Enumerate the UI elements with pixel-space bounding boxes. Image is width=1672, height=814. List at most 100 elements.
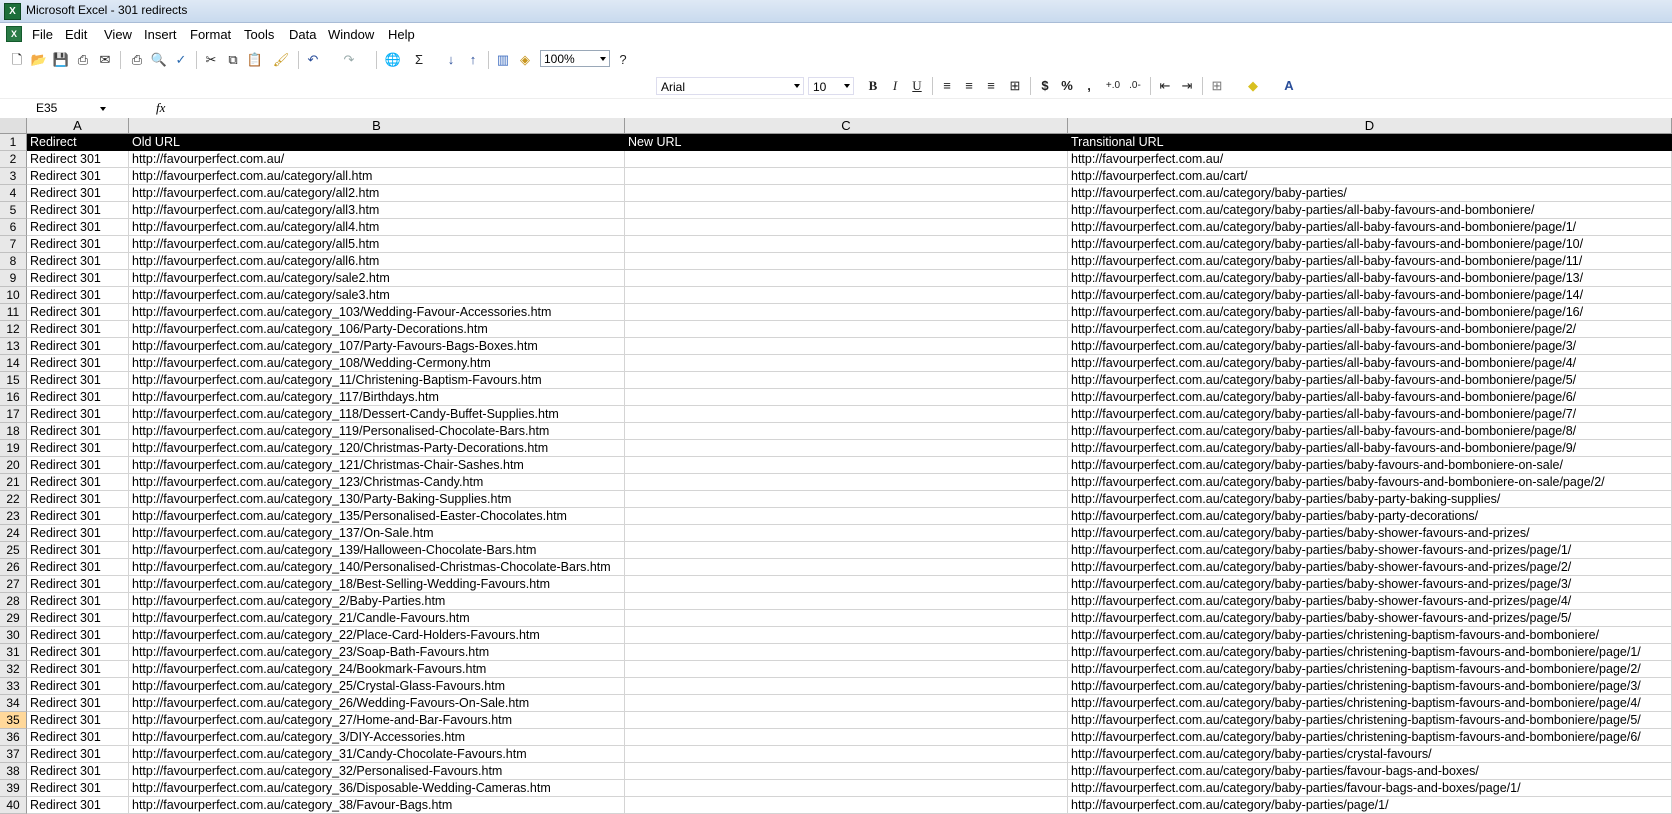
row-number[interactable]: 33	[0, 678, 27, 695]
row-number[interactable]: 1	[0, 134, 27, 151]
cell-new-url[interactable]	[625, 406, 1068, 423]
cell-old-url[interactable]: http://favourperfect.com.au/category/sal…	[129, 270, 625, 287]
print-icon[interactable]: ⎙	[128, 52, 146, 68]
cell-old-url[interactable]: http://favourperfect.com.au/category_3/D…	[129, 729, 625, 746]
cell-redirect[interactable]: Redirect 301	[27, 253, 129, 270]
cell-transitional-url[interactable]: http://favourperfect.com.au/category/bab…	[1068, 746, 1672, 763]
row-number[interactable]: 22	[0, 491, 27, 508]
hyperlink-icon[interactable]: 🌐	[384, 52, 402, 68]
cell-transitional-url[interactable]: http://favourperfect.com.au/category/bab…	[1068, 457, 1672, 474]
row-number[interactable]: 3	[0, 168, 27, 185]
cell-new-url[interactable]	[625, 576, 1068, 593]
cell-transitional-url[interactable]: http://favourperfect.com.au/category/bab…	[1068, 338, 1672, 355]
row-number[interactable]: 8	[0, 253, 27, 270]
cell-new-url[interactable]	[625, 457, 1068, 474]
cell-transitional-url[interactable]: http://favourperfect.com.au/category/bab…	[1068, 355, 1672, 372]
row-number[interactable]: 37	[0, 746, 27, 763]
cell-transitional-url[interactable]: http://favourperfect.com.au/category/bab…	[1068, 661, 1672, 678]
cell-new-url[interactable]	[625, 525, 1068, 542]
cell-old-url[interactable]: http://favourperfect.com.au/category_108…	[129, 355, 625, 372]
drawing-icon[interactable]: ◈	[516, 52, 534, 68]
cell-transitional-url[interactable]: http://favourperfect.com.au/category/bab…	[1068, 729, 1672, 746]
cell-transitional-url[interactable]: http://favourperfect.com.au/category/bab…	[1068, 780, 1672, 797]
autosum-icon[interactable]: Σ	[410, 52, 428, 68]
cell-old-url[interactable]: http://favourperfect.com.au/category_106…	[129, 321, 625, 338]
increase-decimal-icon[interactable]: +.0	[1104, 78, 1122, 94]
cell-new-url[interactable]	[625, 321, 1068, 338]
cell-redirect[interactable]: Redirect 301	[27, 236, 129, 253]
column-header-c[interactable]: C	[625, 118, 1068, 134]
cell-transitional-url[interactable]: http://favourperfect.com.au/category/bab…	[1068, 644, 1672, 661]
cell-redirect[interactable]: Redirect 301	[27, 627, 129, 644]
cell-old-url[interactable]: http://favourperfect.com.au/category_31/…	[129, 746, 625, 763]
cell-new-url[interactable]	[625, 678, 1068, 695]
align-center-icon[interactable]: ≡	[960, 78, 978, 94]
row-number[interactable]: 13	[0, 338, 27, 355]
select-all-button[interactable]	[0, 118, 27, 134]
copy-icon[interactable]: ⧉	[224, 52, 242, 68]
cell-new-url[interactable]	[625, 287, 1068, 304]
cell-old-url[interactable]: http://favourperfect.com.au/category_26/…	[129, 695, 625, 712]
align-right-icon[interactable]: ≡	[982, 78, 1000, 94]
row-number[interactable]: 6	[0, 219, 27, 236]
cell-transitional-url[interactable]: http://favourperfect.com.au/category/bab…	[1068, 678, 1672, 695]
row-number[interactable]: 20	[0, 457, 27, 474]
cell-redirect[interactable]: Redirect 301	[27, 185, 129, 202]
cell-old-url[interactable]: http://favourperfect.com.au/category_21/…	[129, 610, 625, 627]
cell-new-url[interactable]	[625, 168, 1068, 185]
cell-redirect[interactable]: Redirect 301	[27, 695, 129, 712]
row-number[interactable]: 5	[0, 202, 27, 219]
header-cell-old-url[interactable]: Old URL	[129, 134, 625, 151]
cell-old-url[interactable]: http://favourperfect.com.au/category_22/…	[129, 627, 625, 644]
row-number[interactable]: 40	[0, 797, 27, 814]
cell-old-url[interactable]: http://favourperfect.com.au/category/all…	[129, 202, 625, 219]
cell-old-url[interactable]: http://favourperfect.com.au/category_118…	[129, 406, 625, 423]
cell-new-url[interactable]	[625, 389, 1068, 406]
cell-new-url[interactable]	[625, 219, 1068, 236]
new-icon[interactable]: 🗋	[8, 52, 26, 68]
row-number[interactable]: 36	[0, 729, 27, 746]
cell-redirect[interactable]: Redirect 301	[27, 304, 129, 321]
cell-redirect[interactable]: Redirect 301	[27, 525, 129, 542]
cell-transitional-url[interactable]: http://favourperfect.com.au/category/bab…	[1068, 627, 1672, 644]
row-number[interactable]: 23	[0, 508, 27, 525]
cell-redirect[interactable]: Redirect 301	[27, 559, 129, 576]
comma-button[interactable]: ,	[1080, 78, 1098, 94]
cell-old-url[interactable]: http://favourperfect.com.au/category_107…	[129, 338, 625, 355]
paste-icon[interactable]: 📋	[246, 52, 264, 68]
open-icon[interactable]: 📂	[30, 52, 48, 68]
cell-redirect[interactable]: Redirect 301	[27, 151, 129, 168]
italic-button[interactable]: I	[886, 78, 904, 94]
merge-center-icon[interactable]: ⊞	[1006, 78, 1024, 94]
save-icon[interactable]: 💾	[52, 52, 70, 68]
align-left-icon[interactable]: ≡	[938, 78, 956, 94]
header-cell-new-url[interactable]: New URL	[625, 134, 1068, 151]
cell-old-url[interactable]: http://favourperfect.com.au/category/all…	[129, 219, 625, 236]
zoom-select[interactable]: 100%	[540, 50, 610, 67]
cell-old-url[interactable]: http://favourperfect.com.au/category_103…	[129, 304, 625, 321]
cell-old-url[interactable]: http://favourperfect.com.au/category_23/…	[129, 644, 625, 661]
row-number[interactable]: 15	[0, 372, 27, 389]
cell-old-url[interactable]: http://favourperfect.com.au/category_139…	[129, 542, 625, 559]
row-number[interactable]: 32	[0, 661, 27, 678]
cell-transitional-url[interactable]: http://favourperfect.com.au/category/bab…	[1068, 525, 1672, 542]
cell-redirect[interactable]: Redirect 301	[27, 797, 129, 814]
email-icon[interactable]: ✉	[96, 52, 114, 68]
cell-transitional-url[interactable]: http://favourperfect.com.au/category/bab…	[1068, 491, 1672, 508]
cell-transitional-url[interactable]: http://favourperfect.com.au/category/bab…	[1068, 712, 1672, 729]
cell-transitional-url[interactable]: http://favourperfect.com.au/category/bab…	[1068, 593, 1672, 610]
cell-redirect[interactable]: Redirect 301	[27, 610, 129, 627]
cell-old-url[interactable]: http://favourperfect.com.au/category_137…	[129, 525, 625, 542]
cell-transitional-url[interactable]: http://favourperfect.com.au/category/bab…	[1068, 406, 1672, 423]
cell-new-url[interactable]	[625, 661, 1068, 678]
cell-new-url[interactable]	[625, 712, 1068, 729]
cell-redirect[interactable]: Redirect 301	[27, 508, 129, 525]
cell-transitional-url[interactable]: http://favourperfect.com.au/category/bab…	[1068, 185, 1672, 202]
cell-transitional-url[interactable]: http://favourperfect.com.au/category/bab…	[1068, 763, 1672, 780]
cell-new-url[interactable]	[625, 253, 1068, 270]
row-number[interactable]: 28	[0, 593, 27, 610]
cell-redirect[interactable]: Redirect 301	[27, 661, 129, 678]
cell-new-url[interactable]	[625, 729, 1068, 746]
cell-new-url[interactable]	[625, 236, 1068, 253]
name-box[interactable]: E35	[4, 100, 110, 117]
